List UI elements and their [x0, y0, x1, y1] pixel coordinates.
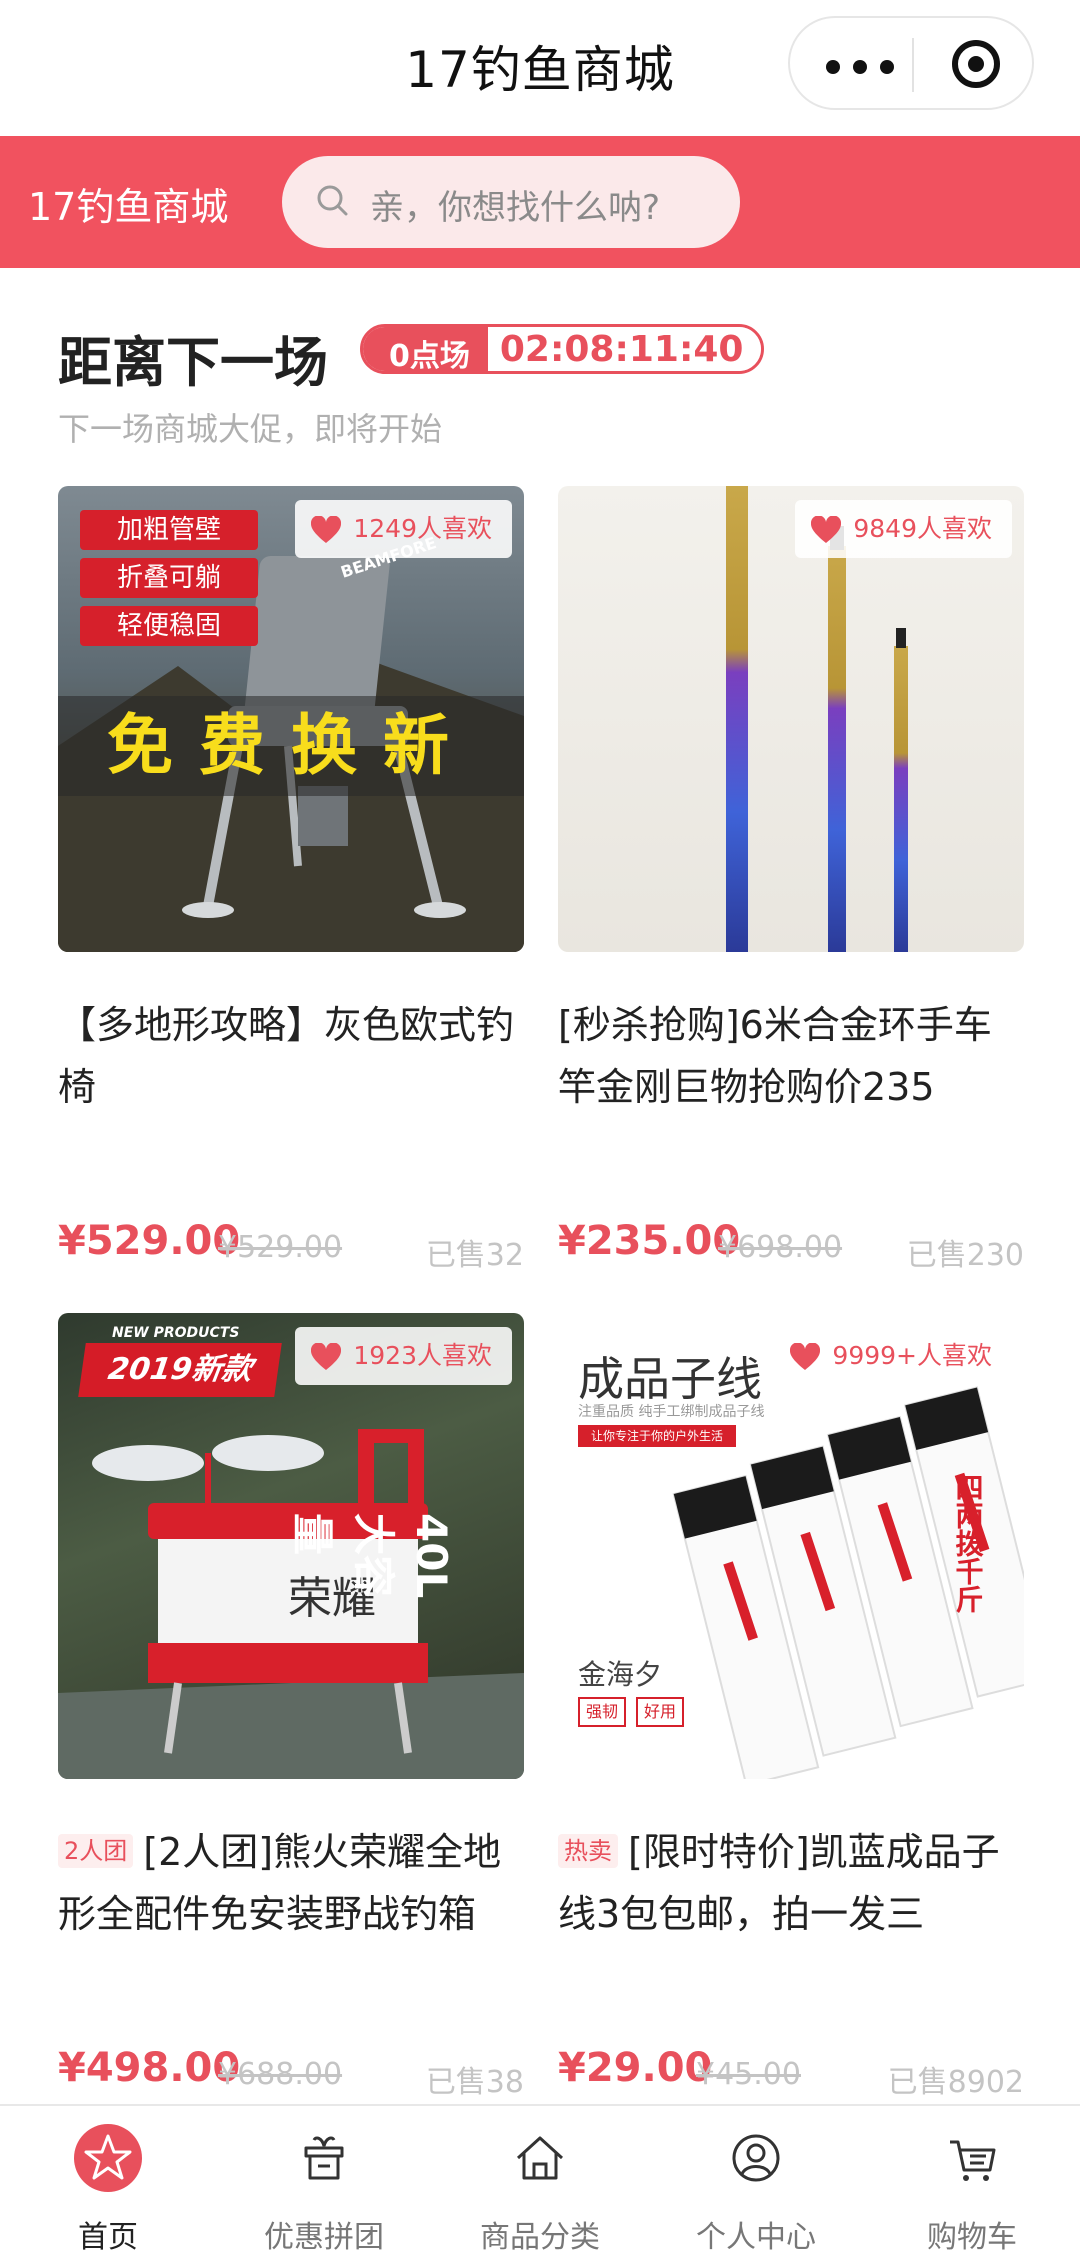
likes-count: 9999+人喜欢	[832, 1341, 992, 1370]
product-card[interactable]: 荣耀 NEW PRODUCTS 2019新款 40L大容量 1923人喜欢 2人…	[58, 1313, 524, 2100]
product-card[interactable]: 9849人喜欢 [秒杀抢购]6米合金环手车竿金刚巨物抢购价235 ¥235.00…	[558, 486, 1024, 1286]
heart-icon	[811, 516, 842, 543]
product-price: ¥235.00	[558, 1218, 741, 1264]
tab-group-buy[interactable]: 优惠拼团	[216, 2106, 432, 2256]
product-title[interactable]: 2人团 [2人团]熊火荣耀全地形全配件免安装野战钓箱	[58, 1821, 524, 1945]
original-price: ¥688.00	[218, 2057, 343, 2092]
lines-chip-1: 强韧	[578, 1697, 627, 1727]
tab-label-group-buy: 优惠拼团	[264, 2220, 384, 2255]
likes-count: 9849人喜欢	[853, 514, 992, 543]
search-icon	[317, 185, 348, 216]
shop-brand: 17钓鱼商城	[28, 185, 229, 229]
capacity-text: 40L大容量	[288, 1513, 456, 1599]
original-price: ¥45.00	[696, 2057, 801, 2092]
likes-count: 1249人喜欢	[353, 514, 492, 543]
original-price: ¥529.00	[218, 1230, 343, 1265]
product-image-fishing-lines[interactable]: 四两拨千斤 成品子线 注重品质 纯手工绑制成品子线 让你专注于你的户外生活 金海…	[558, 1313, 1024, 1779]
product-title[interactable]: 热卖 [限时特价]凯蓝成品子线3包包邮，拍一发三	[558, 1821, 1024, 1945]
new-products-text: NEW PRODUCTS	[112, 1325, 240, 1341]
product-image-tackle-box[interactable]: 荣耀 NEW PRODUCTS 2019新款 40L大容量 1923人喜欢	[58, 1313, 524, 1779]
tab-home[interactable]: 首页	[0, 2106, 216, 2256]
tab-label-cart: 购物车	[927, 2220, 1017, 2255]
chair-tag-1: 加粗管壁	[80, 510, 258, 550]
gift-icon	[304, 2136, 344, 2180]
shop-header: 17钓鱼商城 亲，你想找什么呐?	[0, 136, 1080, 268]
chair-tag-3: 轻便稳固	[80, 606, 258, 646]
sold-count: 已售38	[425, 2065, 524, 2100]
tab-label-home: 首页	[78, 2220, 138, 2255]
sold-count: 已售8902	[887, 2065, 1024, 2100]
likes-badge: 9849人喜欢	[795, 500, 1012, 558]
group-buy-tag: 2人团	[58, 1834, 134, 1868]
chair-banner: 免费换新	[58, 696, 524, 796]
chair-tag-2: 折叠可躺	[80, 558, 258, 598]
close-target-icon[interactable]	[952, 40, 1000, 88]
sold-count: 已售32	[425, 1238, 524, 1273]
user-icon	[732, 2134, 780, 2182]
hot-sale-tag: 热卖	[558, 1834, 618, 1868]
price-row: ¥529.00 ¥529.00 已售32	[58, 1216, 524, 1276]
tab-label-profile: 个人中心	[696, 2220, 816, 2255]
product-price: ¥29.00	[558, 2045, 713, 2091]
product-image-chair[interactable]: BEAMFORE 加粗管壁 折叠可躺 轻便稳固 免费换新 1249人喜欢	[58, 486, 524, 952]
heart-icon	[311, 516, 342, 543]
product-price: ¥529.00	[58, 1218, 241, 1264]
search-placeholder: 亲，你想找什么呐?	[370, 188, 661, 228]
countdown-title: 距离下一场	[58, 331, 328, 394]
lines-chip-2: 好用	[636, 1697, 685, 1727]
lines-slogan: 让你专注于你的户外生活	[578, 1425, 736, 1447]
lines-title: 成品子线	[578, 1352, 762, 1406]
more-options-icon[interactable]	[820, 38, 900, 92]
product-title-text: 【多地形攻略】灰色欧式钓椅	[58, 1003, 515, 1109]
product-title[interactable]: [秒杀抢购]6米合金环手车竿金刚巨物抢购价235	[558, 994, 1024, 1118]
tab-cart[interactable]: 购物车	[864, 2106, 1080, 2256]
lines-brand: 金海夕	[578, 1658, 663, 1691]
product-title[interactable]: 【多地形攻略】灰色欧式钓椅	[58, 994, 524, 1118]
cart-icon	[950, 2140, 996, 2181]
capsule-menu	[788, 16, 1034, 110]
likes-badge: 1249人喜欢	[295, 500, 512, 558]
tab-label-categories: 商品分类	[480, 2220, 600, 2255]
product-price: ¥498.00	[58, 2045, 241, 2091]
tab-categories[interactable]: 商品分类	[432, 2106, 648, 2256]
sold-count: 已售230	[906, 1238, 1024, 1273]
product-image-rods[interactable]: 9849人喜欢	[558, 486, 1024, 952]
product-title-text: [秒杀抢购]6米合金环手车竿金刚巨物抢购价235	[558, 1003, 992, 1109]
session-label: 0点场	[363, 327, 488, 371]
price-row: ¥498.00 ¥688.00 已售38	[58, 2043, 524, 2103]
price-row: ¥235.00 ¥698.00 已售230	[558, 1216, 1024, 1276]
star-icon	[74, 2124, 142, 2192]
product-title-text: [限时特价]凯蓝成品子线3包包邮，拍一发三	[558, 1830, 1000, 1936]
pack-text: 四两拨千斤	[952, 1473, 985, 1614]
likes-count: 1923人喜欢	[353, 1341, 492, 1370]
countdown-timer: 0点场 02:08:11:40	[360, 324, 765, 374]
lines-subtitle: 注重品质 纯手工绑制成品子线	[578, 1404, 765, 1420]
capsule-divider	[912, 38, 914, 92]
countdown-time: 02:08:11:40	[487, 327, 762, 371]
countdown-subtitle: 下一场商城大促，即将开始	[58, 410, 443, 448]
original-price: ¥698.00	[718, 1230, 843, 1265]
price-row: ¥29.00 ¥45.00 已售8902	[558, 2043, 1024, 2103]
heart-icon	[311, 1343, 342, 1370]
bottom-tab-bar: 首页 优惠拼团 商品分类 个人中心 购物车	[0, 2104, 1080, 2256]
mini-program-topbar: 17钓鱼商城	[0, 0, 1080, 136]
search-input[interactable]: 亲，你想找什么呐?	[282, 156, 740, 248]
home-icon	[516, 2136, 564, 2180]
product-card[interactable]: BEAMFORE 加粗管壁 折叠可躺 轻便稳固 免费换新 1249人喜欢 【多地…	[58, 486, 524, 1286]
new-model-badge: 2019新款	[78, 1343, 282, 1397]
likes-badge: 1923人喜欢	[295, 1327, 512, 1385]
likes-badge: 9999+人喜欢	[774, 1327, 1012, 1385]
tab-profile[interactable]: 个人中心	[648, 2106, 864, 2256]
product-card[interactable]: 四两拨千斤 成品子线 注重品质 纯手工绑制成品子线 让你专注于你的户外生活 金海…	[558, 1313, 1024, 2100]
heart-icon	[790, 1343, 821, 1370]
